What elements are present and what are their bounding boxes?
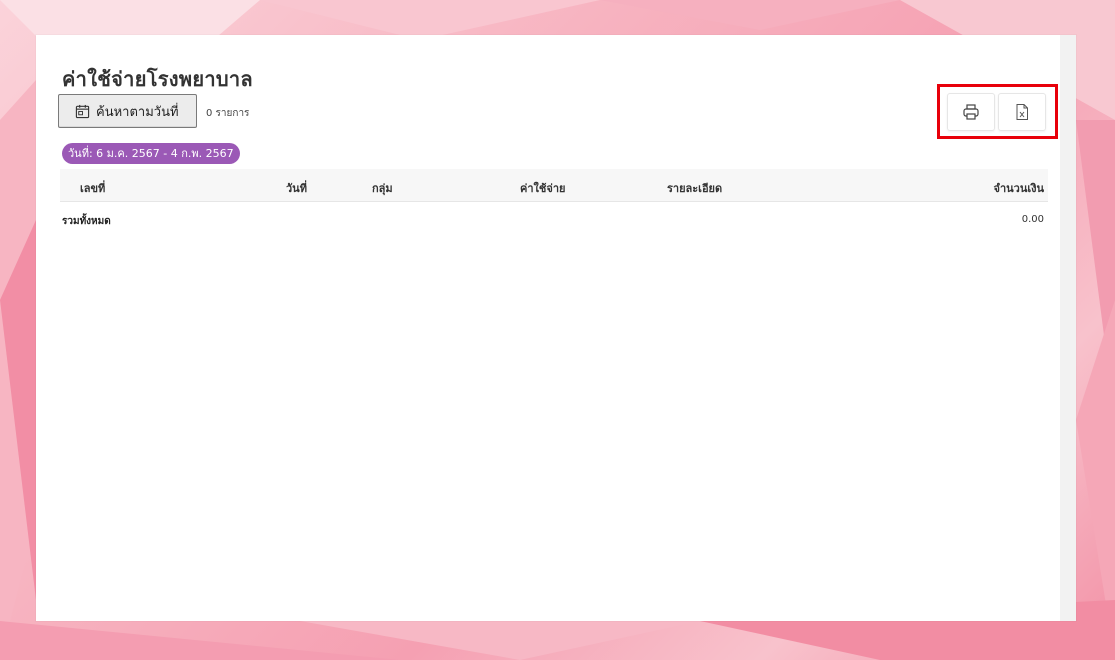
search-by-date-label: ค้นหาตามวันที่	[96, 104, 179, 120]
column-header-expense[interactable]: ค่าใช้จ่าย	[520, 179, 565, 197]
table-total-row: รวมทั้งหมด 0.00	[60, 211, 1048, 231]
total-label: รวมทั้งหมด	[62, 216, 111, 227]
calendar-icon	[75, 104, 90, 118]
scrollbar-track[interactable]	[1060, 35, 1076, 621]
table-header: เลขที่ วันที่ กลุ่ม ค่าใช้จ่าย รายละเอีย…	[60, 169, 1048, 202]
column-header-number[interactable]: เลขที่	[80, 179, 105, 197]
page-title: ค่าใช้จ่ายโรงพยาบาล	[62, 67, 253, 91]
total-value: 0.00	[1021, 214, 1044, 225]
column-header-date[interactable]: วันที่	[286, 179, 307, 197]
search-by-date-button[interactable]: ค้นหาตามวันที่	[58, 94, 197, 128]
record-count: 0 รายการ	[206, 108, 250, 119]
content-panel: ค่าใช้จ่ายโรงพยาบาล ค้นหาตามวันที่ 0 ราย…	[36, 35, 1076, 621]
column-header-group[interactable]: กลุ่ม	[372, 179, 393, 197]
column-header-details[interactable]: รายละเอียด	[667, 179, 722, 197]
highlight-annotation	[937, 84, 1058, 139]
column-header-amount[interactable]: จำนวนเงิน	[994, 179, 1045, 197]
date-range-chip[interactable]: วันที่: 6 ม.ค. 2567 - 4 ก.พ. 2567	[62, 143, 240, 164]
